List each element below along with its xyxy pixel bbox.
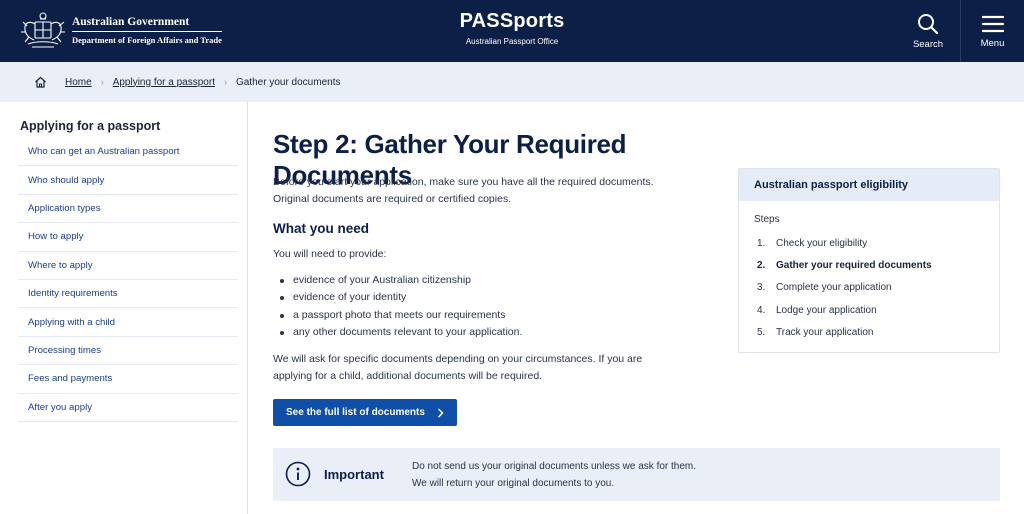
coat-of-arms-icon — [21, 12, 65, 48]
sidebar-item-identity-requirements[interactable]: Identity requirements — [18, 280, 238, 309]
list-item: evidence of your Australian citizenship — [279, 272, 522, 289]
chevron-right-icon: › — [100, 77, 104, 87]
callout-line-1: Do not send us your original documents u… — [412, 461, 697, 472]
step-number: 2. — [757, 260, 766, 272]
search-label: Search — [912, 38, 944, 50]
step-label: Gather your required documents — [776, 260, 932, 272]
list-item: a passport photo that meets our requirem… — [279, 307, 522, 324]
step-number: 1. — [757, 237, 766, 249]
step-number: 5. — [757, 327, 766, 339]
full-list-button[interactable]: See the full list of documents — [273, 399, 457, 426]
step-number: 4. — [757, 304, 766, 316]
step-label: Track your application — [776, 327, 874, 339]
chevron-right-icon: › — [223, 77, 227, 87]
breadcrumb-current: Gather your documents — [235, 76, 341, 88]
government-name: Australian Government — [72, 16, 222, 32]
step-item-lodge-application[interactable]: 4. Lodge your application — [757, 299, 932, 321]
step-item-complete-application[interactable]: 3. Complete your application — [757, 277, 932, 299]
note-line-1: We will ask for specific documents depen… — [273, 353, 643, 365]
important-callout: Important Do not send us your original d… — [273, 448, 1000, 501]
search-button[interactable]: Search — [896, 0, 960, 62]
step-label: Check your eligibility — [776, 237, 868, 249]
home-icon[interactable] — [34, 76, 47, 88]
sidebar-item-who-can-get[interactable]: Who can get an Australian passport — [18, 138, 238, 167]
steps-label: Steps — [754, 214, 780, 225]
sidebar-nav: Applying for a passport Who can get an A… — [0, 102, 248, 514]
search-icon — [918, 13, 939, 34]
step-number: 3. — [757, 282, 766, 294]
full-list-button-label: See the full list of documents — [286, 407, 425, 418]
intro-line-2: Original documents are required or certi… — [273, 193, 512, 205]
callout-text: Do not send us your original documents u… — [412, 458, 696, 492]
sidebar-item-processing-times[interactable]: Processing times — [18, 337, 238, 366]
sidebar-item-fees-and-payments[interactable]: Fees and payments — [18, 365, 238, 394]
menu-label: Menu — [980, 37, 1005, 49]
step-item-track-application[interactable]: 5. Track your application — [757, 322, 932, 344]
department-name: Department of Foreign Affairs and Trade — [72, 34, 222, 45]
step-label: Complete your application — [776, 282, 892, 294]
intro-line-1: Before you start your application, make … — [273, 176, 654, 188]
sidebar-item-applying-with-child[interactable]: Applying with a child — [18, 308, 238, 337]
sidebar-title[interactable]: Applying for a passport — [20, 119, 160, 133]
provide-text: You will need to provide: — [273, 248, 387, 260]
sidebar-item-how-to-apply[interactable]: How to apply — [18, 223, 238, 252]
site-subtitle: Australian Passport Office — [465, 37, 559, 46]
note-line-2: applying for a child, additional documen… — [273, 370, 543, 382]
step-item-gather-documents[interactable]: 2. Gather your required documents — [757, 254, 932, 276]
eligibility-card-title: Australian passport eligibility — [739, 169, 999, 201]
section-heading: What you need — [273, 221, 370, 236]
sidebar-item-after-you-apply[interactable]: After you apply — [18, 394, 238, 422]
hamburger-icon — [981, 15, 1004, 32]
site-header: Australian Government Department of Fore… — [0, 0, 1024, 62]
menu-button[interactable]: Menu — [960, 0, 1024, 62]
government-logo[interactable]: Australian Government Department of Fore… — [18, 10, 222, 50]
chevron-right-icon — [437, 408, 444, 418]
eligibility-card: Australian passport eligibility Steps 1.… — [738, 168, 1000, 353]
site-brand[interactable]: PASSports Australian Passport Office — [412, 10, 612, 46]
callout-title: Important — [324, 467, 384, 482]
requirements-list: evidence of your Australian citizenship … — [279, 272, 522, 341]
list-item: evidence of your identity — [279, 289, 522, 306]
breadcrumb: Home › Applying for a passport › Gather … — [0, 62, 1024, 102]
steps-list: 1. Check your eligibility 2. Gather your… — [757, 232, 932, 344]
sidebar-list: Who can get an Australian passport Who s… — [18, 138, 238, 422]
step-label: Lodge your application — [776, 304, 877, 316]
callout-line-2: We will return your original documents t… — [412, 478, 615, 489]
sidebar-item-application-types[interactable]: Application types — [18, 195, 238, 224]
circumstances-note: We will ask for specific documents depen… — [273, 351, 713, 385]
site-title: PASSports — [459, 10, 565, 32]
sidebar-item-where-to-apply[interactable]: Where to apply — [18, 252, 238, 280]
info-icon — [285, 461, 311, 487]
step-item-check-eligibility[interactable]: 1. Check your eligibility — [757, 232, 932, 254]
sidebar-item-who-should-apply[interactable]: Who should apply — [18, 166, 238, 195]
list-item: any other documents relevant to your app… — [279, 324, 522, 341]
intro-text: Before you start your application, make … — [273, 174, 713, 208]
breadcrumb-home[interactable]: Home — [65, 77, 92, 88]
breadcrumb-applying[interactable]: Applying for a passport — [113, 77, 215, 88]
